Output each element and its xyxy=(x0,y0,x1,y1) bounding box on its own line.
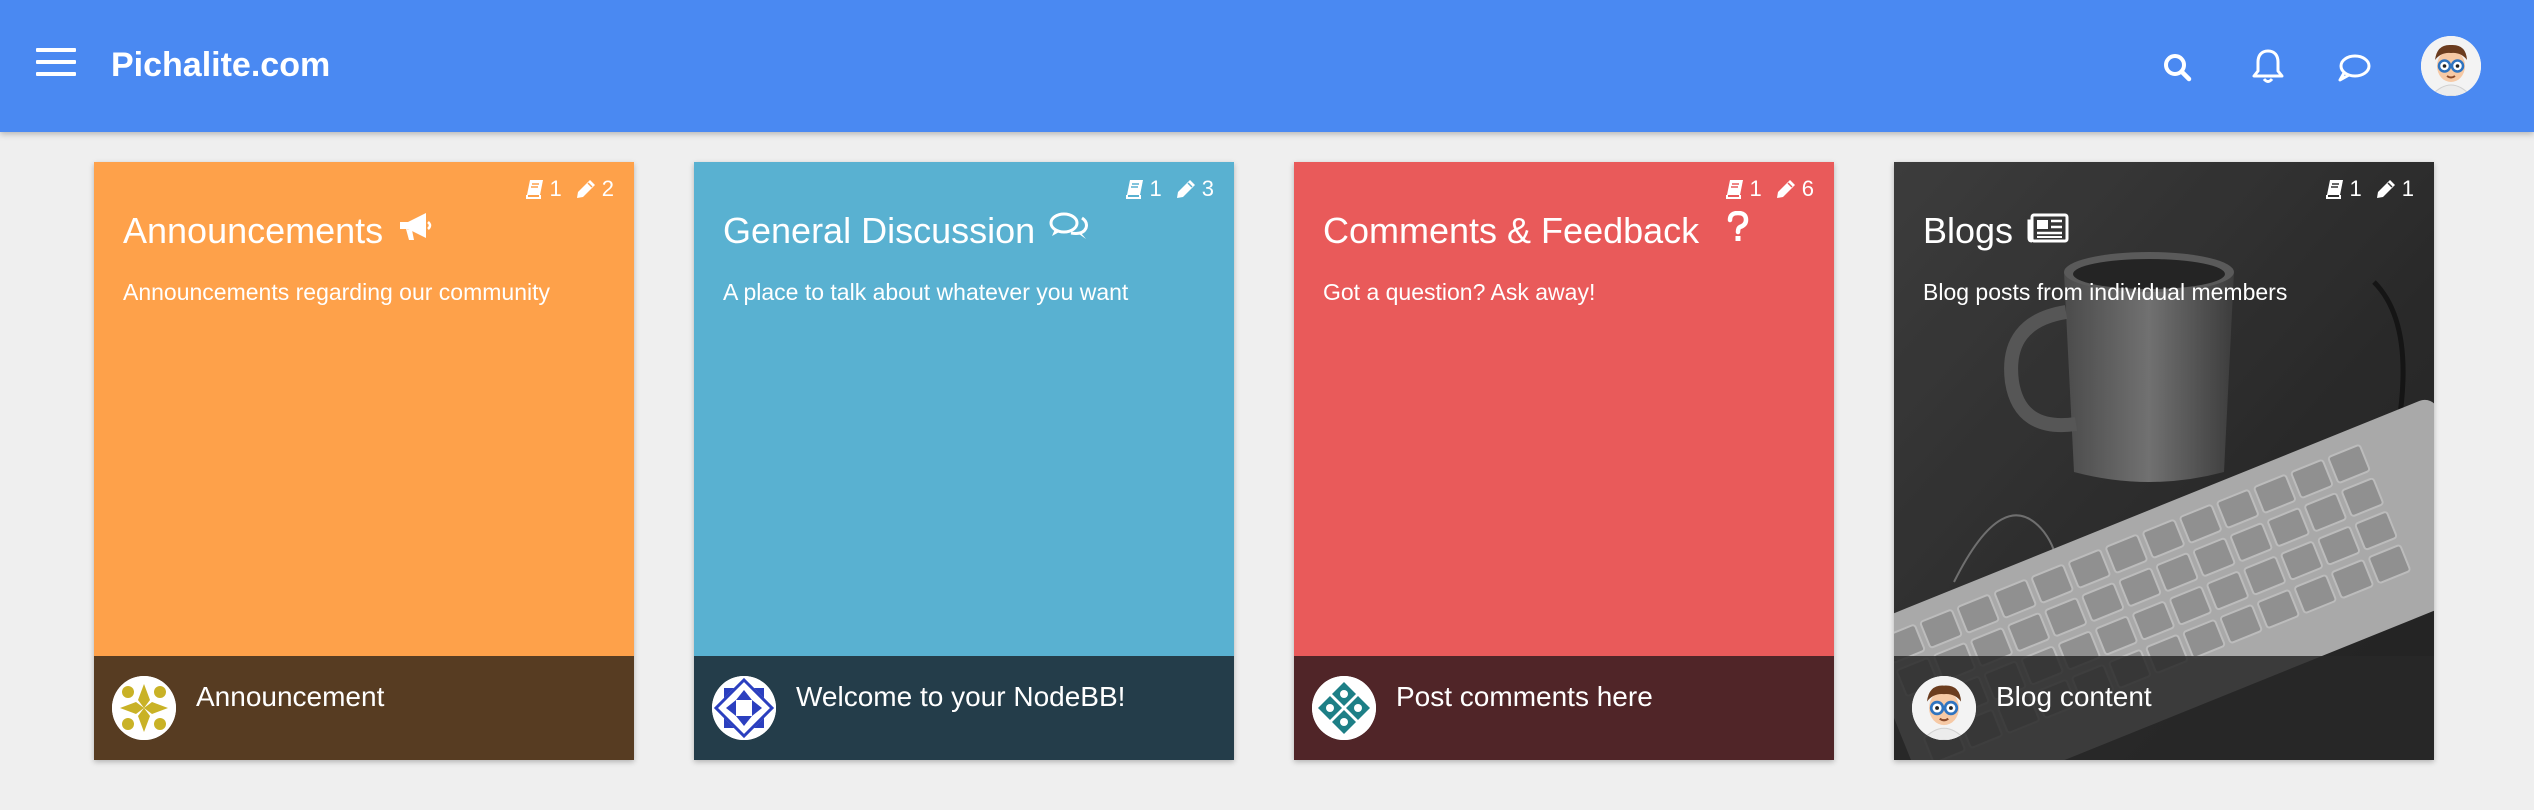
pencil-icon xyxy=(1776,179,1796,199)
post-count: 6 xyxy=(1801,176,1814,201)
comments-icon xyxy=(1049,208,1089,254)
pencil-icon xyxy=(576,179,596,199)
latest-post-title[interactable]: Blog content xyxy=(1996,680,2152,714)
category-card-announcements[interactable]: 1 2 Announcements Announcements regardin… xyxy=(94,162,634,760)
latest-post[interactable]: Welcome to your NodeBB! xyxy=(694,656,1234,760)
category-stats: 1 1 xyxy=(2325,176,2414,202)
post-count: 1 xyxy=(2401,176,2414,201)
category-title-text: Comments & Feedback xyxy=(1323,210,1700,251)
user-avatar xyxy=(1912,676,1976,740)
topic-count: 1 xyxy=(2349,176,2362,201)
post-count: 3 xyxy=(1201,176,1214,201)
category-card-comments-feedback[interactable]: 1 6 Comments & Feedback Got a question? … xyxy=(1294,162,1834,760)
category-image xyxy=(1312,676,1376,740)
category-title: Comments & Feedback xyxy=(1323,208,1749,254)
topic-count: 1 xyxy=(549,176,562,201)
newspaper-icon xyxy=(2027,208,2069,254)
category-stats: 1 3 xyxy=(1125,176,1214,202)
latest-post[interactable]: Announcement xyxy=(94,656,634,760)
menu-icon[interactable] xyxy=(36,48,76,78)
category-title: Blogs xyxy=(1923,208,2069,254)
pencil-icon xyxy=(2376,179,2396,199)
book-icon xyxy=(525,179,544,199)
category-title: General Discussion xyxy=(723,208,1089,254)
category-description: Blog posts from individual members xyxy=(1923,279,2288,305)
book-icon xyxy=(1725,179,1744,199)
top-navbar: Pichalite.com xyxy=(0,0,2534,132)
latest-post[interactable]: Blog content xyxy=(1894,656,2434,760)
megaphone-icon xyxy=(397,208,433,254)
category-card-general-discussion[interactable]: 1 3 General Discussion A place to talk a… xyxy=(694,162,1234,760)
chat-icon[interactable] xyxy=(2334,48,2374,88)
category-title: Announcements xyxy=(123,208,433,254)
site-title[interactable]: Pichalite.com xyxy=(111,40,330,90)
category-description: A place to talk about whatever you want xyxy=(723,279,1129,305)
pencil-icon xyxy=(1176,179,1196,199)
category-image xyxy=(712,676,776,740)
category-image xyxy=(112,676,176,740)
category-title-text: General Discussion xyxy=(723,210,1036,251)
book-icon xyxy=(2325,179,2344,199)
topic-count: 1 xyxy=(1749,176,1762,201)
category-title-text: Announcements xyxy=(123,210,384,251)
category-card-blogs[interactable]: 1 1 Blogs Blog posts from individual mem… xyxy=(1894,162,2434,760)
bell-icon[interactable] xyxy=(2248,46,2288,86)
topic-count: 1 xyxy=(1149,176,1162,201)
search-icon[interactable] xyxy=(2158,48,2198,88)
question-icon xyxy=(1727,208,1749,254)
category-description: Announcements regarding our community xyxy=(123,279,551,305)
latest-post-title[interactable]: Welcome to your NodeBB! xyxy=(796,680,1125,714)
latest-post[interactable]: Post comments here xyxy=(1294,656,1834,760)
latest-post-title[interactable]: Announcement xyxy=(196,680,384,714)
book-icon xyxy=(1125,179,1144,199)
category-description: Got a question? Ask away! xyxy=(1323,279,1596,305)
category-title-text: Blogs xyxy=(1923,210,2014,251)
post-count: 2 xyxy=(601,176,614,201)
category-stats: 1 2 xyxy=(525,176,614,202)
category-stats: 1 6 xyxy=(1725,176,1814,202)
latest-post-title[interactable]: Post comments here xyxy=(1396,680,1653,714)
user-avatar[interactable] xyxy=(2421,36,2481,96)
